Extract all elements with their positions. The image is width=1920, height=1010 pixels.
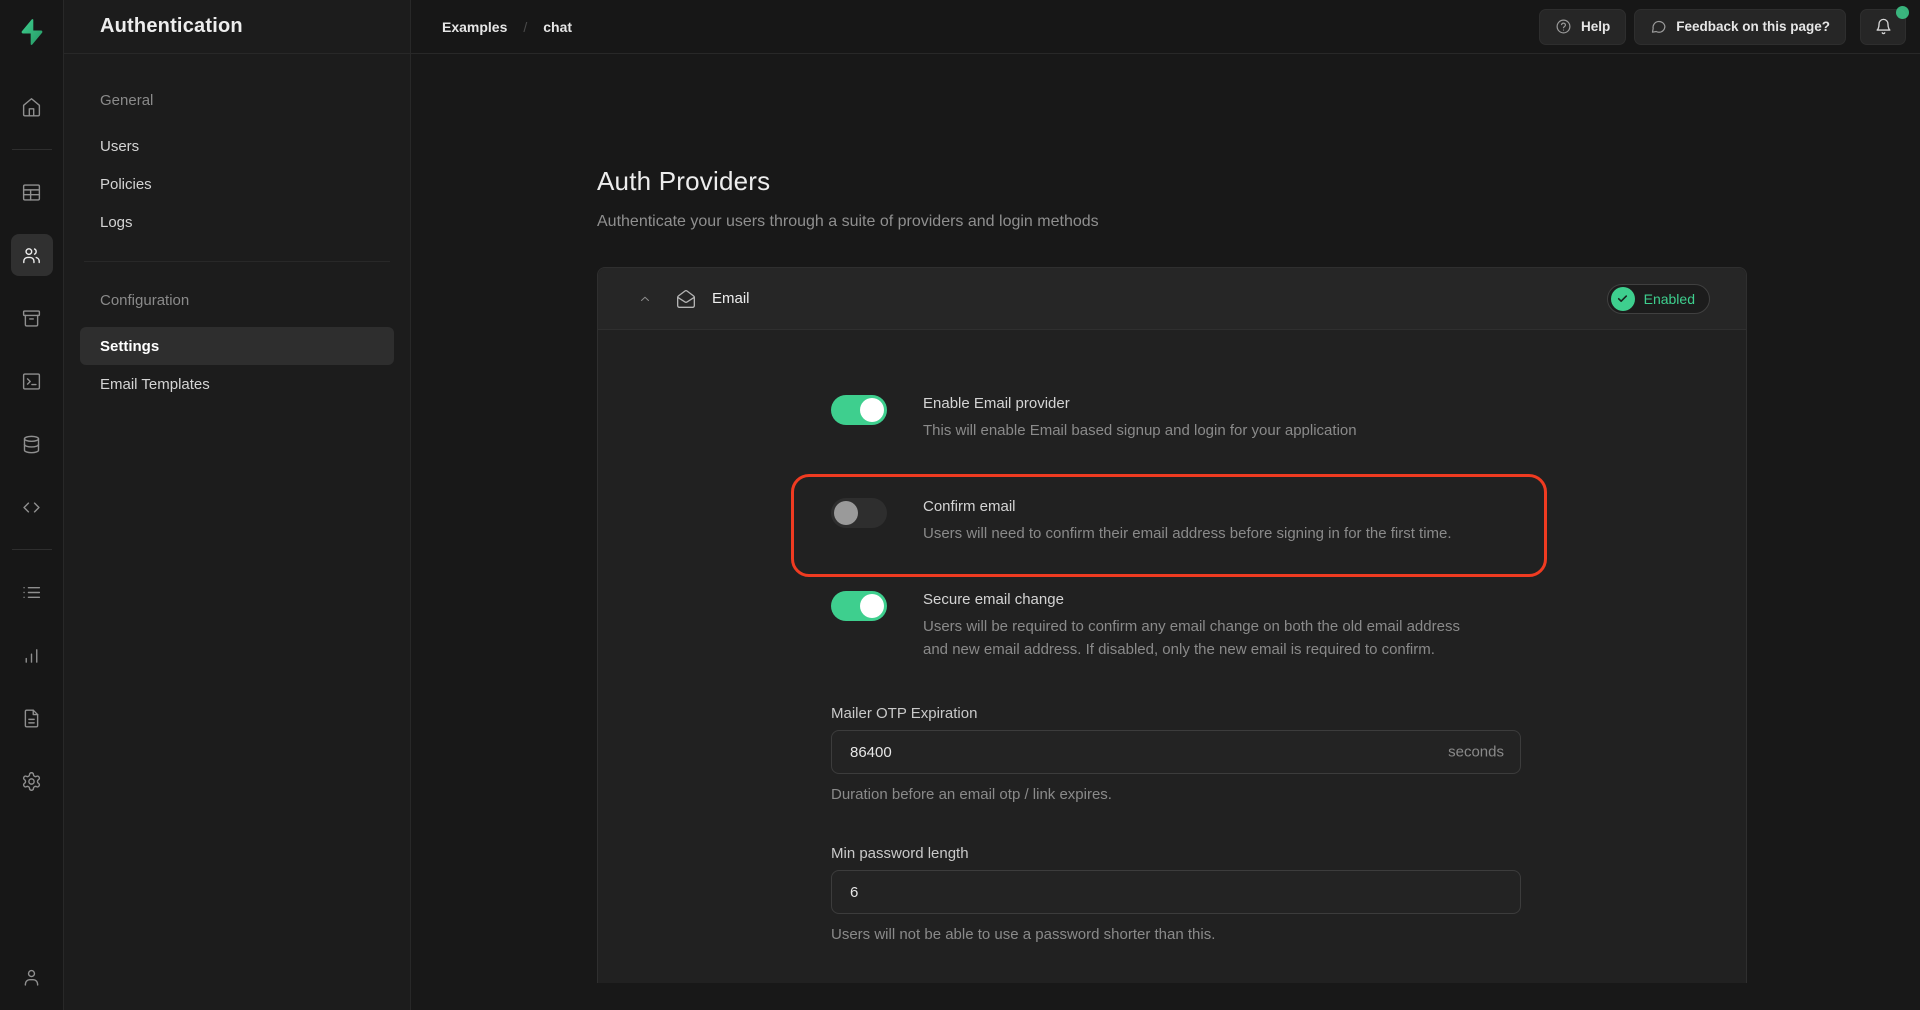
sidebar-title: Authentication bbox=[100, 15, 243, 38]
field-min-password-length: Min password length Users will not be ab… bbox=[831, 845, 1521, 943]
breadcrumb-project[interactable]: chat bbox=[543, 19, 572, 35]
field-help-text: Users will not be able to use a password… bbox=[831, 926, 1521, 943]
topbar-actions: Help Feedback on this page? bbox=[1539, 9, 1906, 45]
file-text-icon bbox=[21, 708, 42, 729]
main-content: Auth Providers Authenticate your users t… bbox=[411, 54, 1920, 1010]
chevron-up-icon[interactable] bbox=[638, 292, 652, 306]
icon-rail bbox=[0, 0, 64, 1010]
toggle-label: Enable Email provider bbox=[923, 393, 1357, 415]
field-label: Min password length bbox=[831, 845, 1521, 862]
rail-logs-button[interactable] bbox=[11, 571, 53, 613]
enable-email-provider-toggle[interactable] bbox=[831, 395, 887, 425]
supabase-logo[interactable] bbox=[10, 10, 54, 54]
toggle-row-secure-email-change: Secure email change Users will be requir… bbox=[831, 589, 1521, 661]
terminal-icon bbox=[21, 371, 42, 392]
bar-chart-icon bbox=[21, 645, 42, 666]
breadcrumb-org[interactable]: Examples bbox=[442, 19, 507, 35]
rail-sql-editor-button[interactable] bbox=[11, 360, 53, 402]
sidebar-item-email-templates[interactable]: Email Templates bbox=[80, 365, 394, 403]
database-icon bbox=[21, 434, 42, 455]
rail-table-editor-button[interactable] bbox=[11, 171, 53, 213]
bell-icon bbox=[1874, 17, 1893, 36]
email-settings-form: Enable Email provider This will enable E… bbox=[831, 393, 1521, 943]
min-password-length-input[interactable] bbox=[831, 870, 1521, 914]
rail-home-button[interactable] bbox=[11, 86, 53, 128]
field-mailer-otp-expiration: Mailer OTP Expiration seconds Duration b… bbox=[831, 705, 1521, 803]
supabase-logo-icon bbox=[17, 17, 47, 47]
field-label: Mailer OTP Expiration bbox=[831, 705, 1521, 722]
mailer-otp-expiration-input[interactable] bbox=[831, 730, 1521, 774]
page-subtitle: Authenticate your users through a suite … bbox=[597, 213, 1920, 231]
help-button-label: Help bbox=[1581, 19, 1610, 34]
rail-database-button[interactable] bbox=[11, 423, 53, 465]
rail-authentication-button[interactable] bbox=[11, 234, 53, 276]
content-frame: Examples / chat Help Feedback on this pa… bbox=[411, 0, 1920, 1010]
topbar: Examples / chat Help Feedback on this pa… bbox=[411, 0, 1920, 54]
user-icon bbox=[21, 967, 42, 988]
table-icon bbox=[21, 182, 42, 203]
sidebar-header: Authentication bbox=[64, 0, 410, 54]
status-badge: Enabled bbox=[1607, 284, 1710, 314]
feedback-button[interactable]: Feedback on this page? bbox=[1634, 9, 1846, 45]
rail-divider bbox=[12, 149, 52, 150]
unread-notification-dot bbox=[1896, 6, 1909, 19]
sidebar: Authentication General Users Policies Lo… bbox=[64, 0, 411, 1010]
check-circle-icon bbox=[1611, 287, 1635, 311]
rail-storage-button[interactable] bbox=[11, 297, 53, 339]
rail-docs-button[interactable] bbox=[11, 697, 53, 739]
toggle-knob bbox=[834, 501, 858, 525]
rail-api-button[interactable] bbox=[11, 486, 53, 528]
toggle-row-confirm-email: Confirm email Users will need to confirm… bbox=[831, 496, 1521, 545]
section-label-configuration: Configuration bbox=[80, 292, 394, 309]
toggle-description: Users will be required to confirm any em… bbox=[923, 615, 1478, 661]
toggle-label: Confirm email bbox=[923, 496, 1452, 518]
toggle-description: Users will need to confirm their email a… bbox=[923, 522, 1452, 545]
help-button[interactable]: Help bbox=[1539, 9, 1626, 45]
toggle-description: This will enable Email based signup and … bbox=[923, 419, 1357, 442]
home-icon bbox=[21, 97, 42, 118]
sidebar-item-logs[interactable]: Logs bbox=[80, 203, 394, 241]
page-title: Auth Providers bbox=[597, 166, 1920, 197]
toggle-row-enable-email-provider: Enable Email provider This will enable E… bbox=[831, 393, 1521, 442]
rail-divider bbox=[12, 549, 52, 550]
mail-open-icon bbox=[676, 289, 696, 309]
confirm-email-toggle[interactable] bbox=[831, 498, 887, 528]
provider-name: Email bbox=[712, 290, 750, 307]
sidebar-nav: General Users Policies Logs Configuratio… bbox=[64, 54, 410, 403]
gear-icon bbox=[21, 771, 42, 792]
archive-box-icon bbox=[21, 308, 42, 329]
rail-settings-button[interactable] bbox=[11, 760, 53, 802]
list-icon bbox=[21, 582, 42, 603]
sidebar-item-policies[interactable]: Policies bbox=[80, 165, 394, 203]
feedback-button-label: Feedback on this page? bbox=[1676, 19, 1830, 34]
section-label-general: General bbox=[80, 92, 394, 109]
email-provider-card-header[interactable]: Email Enabled bbox=[598, 268, 1746, 330]
email-provider-card-body: Enable Email provider This will enable E… bbox=[598, 330, 1746, 983]
help-circle-icon bbox=[1555, 18, 1572, 35]
supabase-dashboard: Authentication General Users Policies Lo… bbox=[0, 0, 1920, 1010]
sidebar-divider bbox=[84, 261, 390, 262]
chat-bubble-icon bbox=[1650, 18, 1667, 35]
breadcrumb-separator: / bbox=[523, 19, 527, 35]
field-help-text: Duration before an email otp / link expi… bbox=[831, 786, 1521, 803]
rail-reports-button[interactable] bbox=[11, 634, 53, 676]
status-badge-label: Enabled bbox=[1644, 291, 1695, 307]
email-provider-card: Email Enabled bbox=[597, 267, 1747, 983]
code-icon bbox=[21, 497, 42, 518]
rail-account-button[interactable] bbox=[11, 956, 53, 998]
users-icon bbox=[21, 245, 42, 266]
sidebar-item-users[interactable]: Users bbox=[80, 127, 394, 165]
sidebar-item-settings[interactable]: Settings bbox=[80, 327, 394, 365]
notifications-button[interactable] bbox=[1860, 9, 1906, 45]
secure-email-change-toggle[interactable] bbox=[831, 591, 887, 621]
toggle-label: Secure email change bbox=[923, 589, 1478, 611]
breadcrumb: Examples / chat bbox=[442, 19, 572, 35]
toggle-knob bbox=[860, 594, 884, 618]
toggle-knob bbox=[860, 398, 884, 422]
